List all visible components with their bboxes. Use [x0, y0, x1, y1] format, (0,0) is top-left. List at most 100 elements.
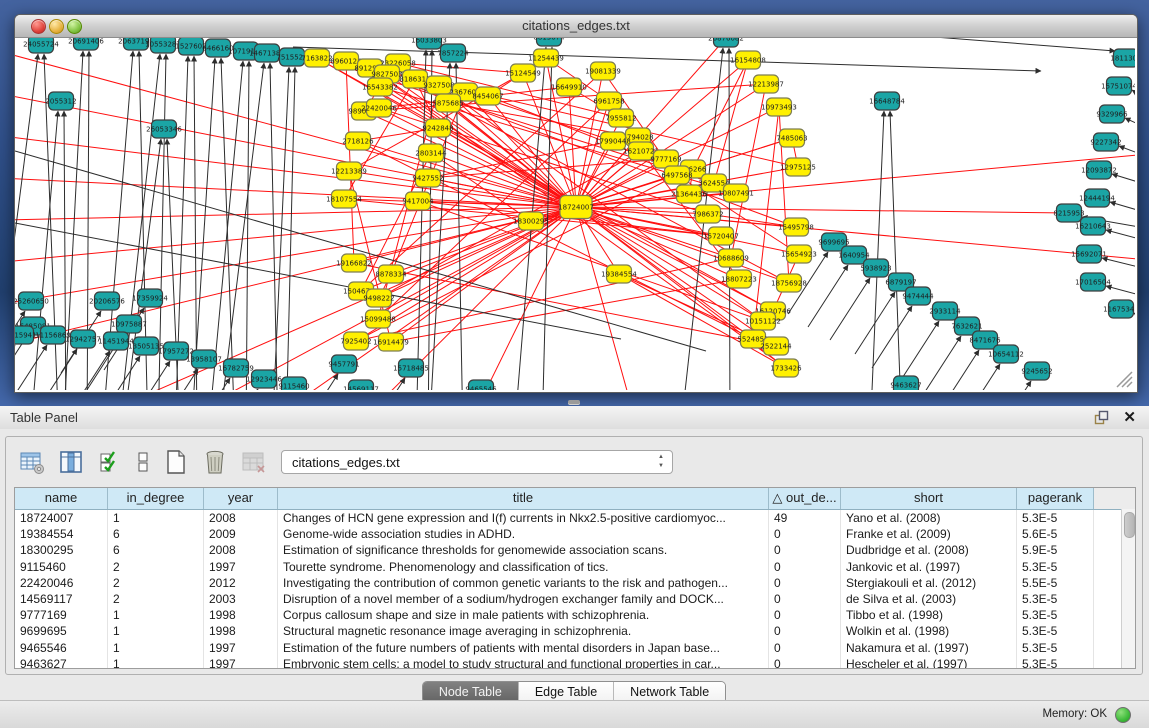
graph-node[interactable]: 16649910: [551, 78, 587, 96]
graph-node[interactable]: 13958107: [186, 350, 222, 368]
table-row[interactable]: 1872400712008Changes of HCN gene express…: [15, 510, 1135, 526]
graph-node[interactable]: 16914479: [373, 333, 409, 351]
graph-node[interactable]: 12942757: [65, 330, 101, 348]
graph-node[interactable]: 20691406: [68, 38, 104, 50]
graph-node[interactable]: 7857224: [437, 44, 469, 62]
scrollbar-thumb[interactable]: [1124, 512, 1135, 538]
graph-node[interactable]: 15720407: [703, 227, 739, 245]
graph-node[interactable]: 9242848: [422, 119, 453, 137]
table-row[interactable]: 946554611997Estimation of the future num…: [15, 640, 1135, 656]
graph-node[interactable]: 17016504: [1075, 273, 1111, 291]
table-mode-button[interactable]: [18, 448, 46, 476]
graph-node[interactable]: 15718485: [393, 359, 429, 377]
delete-table-button[interactable]: [240, 448, 268, 476]
create-column-button[interactable]: [162, 448, 190, 476]
graph-node[interactable]: 2718126: [342, 132, 374, 150]
graph-node[interactable]: 15099488: [360, 310, 396, 328]
graph-node[interactable]: 9427552: [412, 169, 443, 187]
graph-node[interactable]: 5938923: [860, 259, 891, 277]
column-header-short[interactable]: short: [841, 488, 1017, 509]
graph-node[interactable]: 7986372: [692, 205, 723, 223]
graph-node[interactable]: 12213987: [748, 75, 784, 93]
graph-node[interactable]: 7925402: [340, 332, 371, 350]
close-panel-icon[interactable]: ✕: [1123, 408, 1136, 426]
graph-node[interactable]: 18724007: [558, 196, 594, 219]
column-header-year[interactable]: year: [204, 488, 278, 509]
graph-node[interactable]: 1811304: [1110, 49, 1135, 67]
graph-node[interactable]: 15751074: [1101, 77, 1135, 95]
graph-node[interactable]: 25260650: [15, 292, 49, 310]
graph-node[interactable]: 3915941: [15, 326, 37, 344]
graph-node[interactable]: 15124549: [505, 64, 541, 82]
graph-node[interactable]: 2055312: [45, 92, 76, 110]
graph-node[interactable]: 9245652: [1021, 362, 1052, 380]
table-row[interactable]: 969969511998Structural magnetic resonanc…: [15, 623, 1135, 639]
column-header-pagerank[interactable]: pagerank: [1017, 488, 1094, 509]
graph-node[interactable]: 26053346: [146, 120, 182, 138]
split-divider-handle[interactable]: [568, 400, 580, 404]
graph-node[interactable]: 16210643: [1075, 217, 1111, 235]
graph-node[interactable]: 19166822: [336, 254, 372, 272]
graph-node[interactable]: 26876082: [708, 38, 744, 47]
graph-node[interactable]: 10973493: [761, 98, 797, 116]
graph-node[interactable]: 16543382: [362, 78, 398, 96]
graph-node[interactable]: 7485063: [776, 129, 807, 147]
graph-node[interactable]: 10688609: [713, 249, 749, 267]
delete-column-button[interactable]: [201, 448, 229, 476]
graph-node[interactable]: 7163822: [301, 49, 332, 67]
graph-node[interactable]: 12444194: [1079, 189, 1115, 207]
window-resize-grip[interactable]: [1117, 372, 1132, 387]
column-header-indegree[interactable]: in_degree: [108, 488, 204, 509]
graph-node[interactable]: 6961758: [593, 92, 624, 110]
table-row[interactable]: 2242004622012Investigating the contribut…: [15, 575, 1135, 591]
graph-node[interactable]: 9465546: [465, 380, 497, 390]
graph-node[interactable]: 7955812: [605, 109, 636, 127]
graph-node[interactable]: 8454067: [472, 87, 503, 105]
graph-node[interactable]: 11675345: [1103, 300, 1135, 318]
graph-node[interactable]: 2522144: [760, 337, 792, 355]
vertical-scrollbar[interactable]: [1121, 509, 1135, 668]
graph-node[interactable]: 9474444: [902, 287, 934, 305]
network-canvas[interactable]: 1872400724055724206914062063719110553287…: [15, 38, 1135, 390]
table-row[interactable]: 1938455462009Genome-wide association stu…: [15, 526, 1135, 542]
column-header-outde[interactable]: △ out_de...: [769, 488, 841, 509]
graph-node[interactable]: 14569117: [343, 380, 379, 390]
graph-node[interactable]: 9329966: [1096, 105, 1128, 123]
graph-node[interactable]: 8878334: [375, 265, 407, 283]
table-row[interactable]: 911546021997Tourette syndrome. Phenomeno…: [15, 559, 1135, 575]
graph-node[interactable]: 12975125: [780, 158, 816, 176]
graph-node[interactable]: 19081339: [585, 62, 621, 80]
graph-node[interactable]: 16648784: [869, 92, 905, 110]
graph-node[interactable]: 9463627: [890, 376, 921, 390]
graph-node[interactable]: 9115460: [278, 377, 309, 390]
graph-node[interactable]: 10654112: [988, 345, 1024, 363]
graph-node[interactable]: 6497568: [661, 166, 692, 184]
column-header-title[interactable]: title: [278, 488, 769, 509]
graph-node[interactable]: 18300295: [513, 212, 549, 230]
graph-node[interactable]: 10975887: [111, 315, 147, 333]
graph-node[interactable]: 2803144: [415, 144, 447, 162]
graph-node[interactable]: 15692071: [1071, 245, 1107, 263]
graph-node[interactable]: 5875685: [432, 94, 463, 112]
graph-node[interactable]: 9417004: [402, 192, 434, 210]
graph-node[interactable]: 17359924: [132, 289, 168, 307]
graph-node[interactable]: 18756928: [771, 274, 807, 292]
graph-node[interactable]: 16154808: [730, 51, 766, 69]
select-rows-button[interactable]: [96, 448, 124, 476]
table-selector[interactable]: citations_edges.txt ▲▼: [281, 450, 673, 474]
graph-node[interactable]: 15654923: [781, 245, 817, 263]
graph-node[interactable]: 10807491: [718, 184, 754, 202]
table-row[interactable]: 1830029562008Estimation of significance …: [15, 542, 1135, 558]
graph-node[interactable]: 9498222: [363, 289, 394, 307]
graph-node[interactable]: 9777169: [650, 150, 681, 168]
graph-node[interactable]: 12213389: [331, 162, 367, 180]
graph-node[interactable]: 15495798: [778, 218, 814, 236]
graph-node[interactable]: 12093872: [1081, 161, 1117, 179]
graph-node[interactable]: 2933114: [929, 302, 961, 320]
graph-node[interactable]: 1733426: [770, 359, 802, 377]
graph-node[interactable]: 9227342: [1090, 133, 1121, 151]
table-row[interactable]: 977716911998Corpus callosum shape and si…: [15, 607, 1135, 623]
table-row[interactable]: 1456911722003Disruption of a novel membe…: [15, 591, 1135, 607]
row-options-button[interactable]: [135, 448, 151, 476]
table-row[interactable]: 946362711997Embryonic stem cells: a mode…: [15, 656, 1135, 669]
